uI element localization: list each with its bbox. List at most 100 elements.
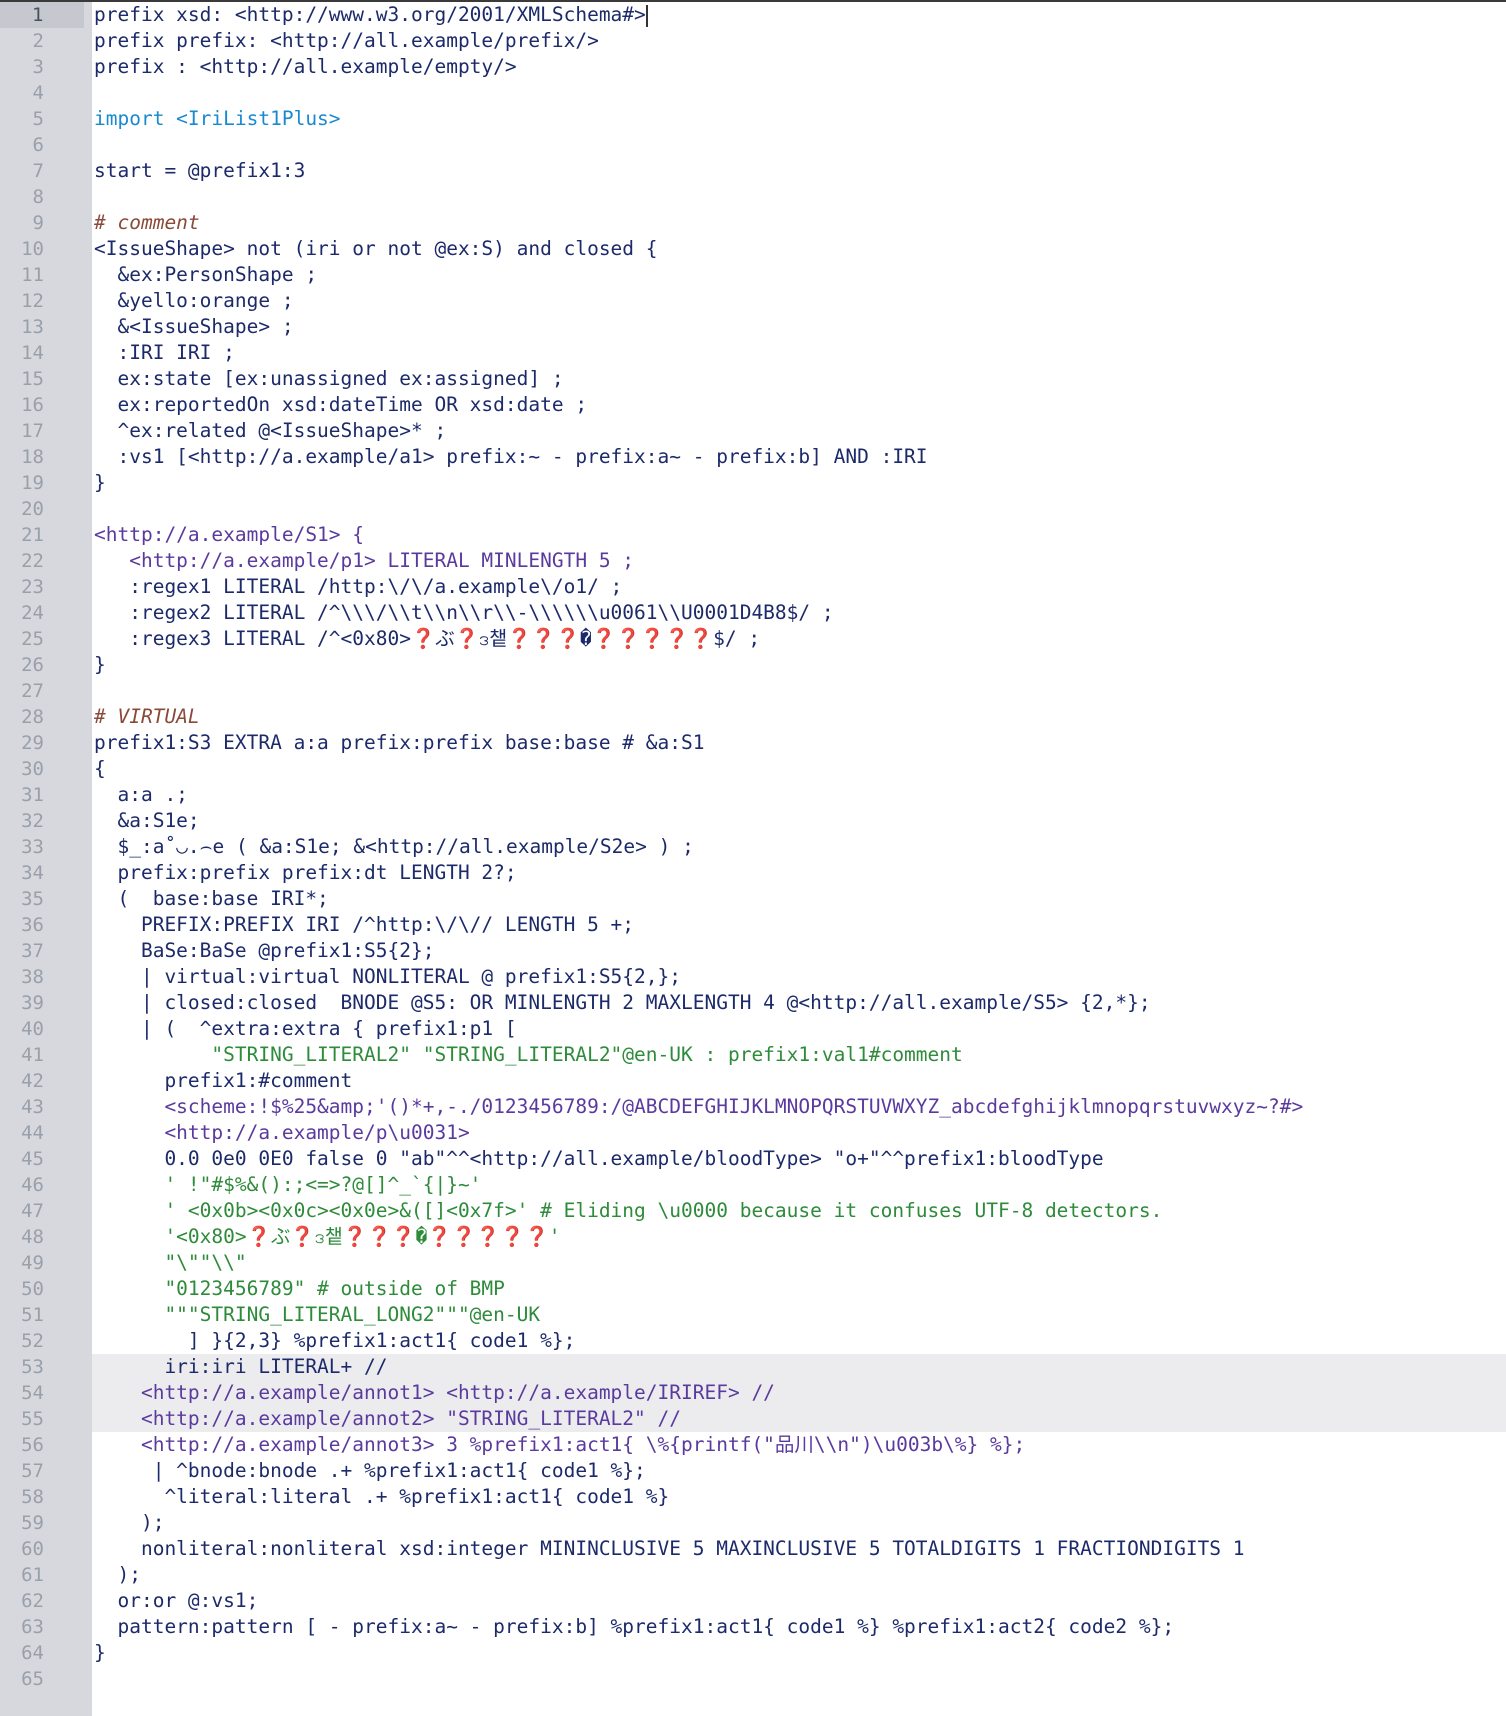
code-line[interactable]: 42 prefix1:#comment bbox=[0, 1068, 1506, 1094]
line-code[interactable]: <http://a.example/annot2> "STRING_LITERA… bbox=[94, 1406, 681, 1432]
code-line[interactable]: 43 <scheme:!$%25&amp;'()*+,-./0123456789… bbox=[0, 1094, 1506, 1120]
code-line[interactable]: 2 prefix prefix: <http://all.example/pref… bbox=[0, 28, 1506, 54]
code-line[interactable]: 47 ' <0x0b><0x0c><0x0e>&([]<0x7f>' # Eli… bbox=[0, 1198, 1506, 1224]
line-code[interactable]: { bbox=[94, 756, 106, 782]
code-line[interactable]: 48 '<0x80>❓ぶ❓ဒ챝❓❓❓�❓❓❓❓❓' bbox=[0, 1224, 1506, 1250]
line-code[interactable]: <IssueShape> not (iri or not @ex:S) and … bbox=[94, 236, 658, 262]
line-code[interactable]: '<0x80>❓ぶ❓ဒ챝❓❓❓�❓❓❓❓❓' bbox=[94, 1224, 560, 1250]
line-code[interactable]: "STRING_LITERAL2" "STRING_LITERAL2"@en-U… bbox=[94, 1042, 962, 1068]
line-code[interactable]: <http://a.example/annot1> <http://a.exam… bbox=[94, 1380, 775, 1406]
line-code[interactable]: prefix1:S3 EXTRA a:a prefix:prefix base:… bbox=[94, 730, 704, 756]
line-code[interactable]: | virtual:virtual NONLITERAL @ prefix1:S… bbox=[94, 964, 681, 990]
line-code[interactable]: $_:a˚◡.⌢e ( &a:S1e; &<http://all.example… bbox=[94, 834, 693, 860]
code-line[interactable]: 57 | ^bnode:bnode .+ %prefix1:act1{ code… bbox=[0, 1458, 1506, 1484]
line-code[interactable]: PREFIX:PREFIX IRI /^http:\/\// LENGTH 5 … bbox=[94, 912, 634, 938]
code-line[interactable]: 38 | virtual:virtual NONLITERAL @ prefix… bbox=[0, 964, 1506, 990]
code-line[interactable]: 51 """STRING_LITERAL_LONG2"""@en-UK bbox=[0, 1302, 1506, 1328]
code-line[interactable]: 10 <IssueShape> not (iri or not @ex:S) an… bbox=[0, 236, 1506, 262]
line-code[interactable]: &ex:PersonShape ; bbox=[94, 262, 317, 288]
line-code[interactable]: BaSe:BaSe @prefix1:S5{2}; bbox=[94, 938, 435, 964]
line-code[interactable]: start = @prefix1:3 bbox=[94, 158, 305, 184]
code-line[interactable]: 34 prefix:prefix prefix:dt LENGTH 2?; bbox=[0, 860, 1506, 886]
code-line[interactable]: 3 prefix : <http://all.example/empty/> bbox=[0, 54, 1506, 80]
line-code[interactable]: &yello:orange ; bbox=[94, 288, 293, 314]
line-code[interactable]: <scheme:!$%25&amp;'()*+,-./0123456789:/@… bbox=[94, 1094, 1303, 1120]
code-line[interactable]: 28 # VIRTUAL bbox=[0, 704, 1506, 730]
code-line[interactable]: 7 start = @prefix1:3 bbox=[0, 158, 1506, 184]
line-code[interactable]: | ( ^extra:extra { prefix1:p1 [ bbox=[94, 1016, 517, 1042]
code-line[interactable]: 36 PREFIX:PREFIX IRI /^http:\/\// LENGTH… bbox=[0, 912, 1506, 938]
code-line[interactable]: 61 ); bbox=[0, 1562, 1506, 1588]
line-code[interactable]: ^ex:related @<IssueShape>* ; bbox=[94, 418, 446, 444]
code-line[interactable]: 45 0.0 0e0 0E0 false 0 "ab"^^<http://all… bbox=[0, 1146, 1506, 1172]
code-line[interactable]: 52 ] }{2,3} %prefix1:act1{ code1 %}; bbox=[0, 1328, 1506, 1354]
line-code[interactable]: <http://a.example/p\u0031> bbox=[94, 1120, 469, 1146]
code-line[interactable]: 56 <http://a.example/annot3> 3 %prefix1:… bbox=[0, 1432, 1506, 1458]
code-line[interactable]: 46 ' !"#$%&():;<=>?@[]^_`{|}~' bbox=[0, 1172, 1506, 1198]
line-code[interactable]: ' <0x0b><0x0c><0x0e>&([]<0x7f>' # Elidin… bbox=[94, 1198, 1162, 1224]
line-code[interactable]: :regex2 LITERAL /^\\\/\\t\\n\\r\\-\\\\\\… bbox=[94, 600, 833, 626]
line-code[interactable]: } bbox=[94, 1640, 106, 1666]
code-line[interactable]: 27 bbox=[0, 678, 1506, 704]
line-code[interactable]: ( base:base IRI*; bbox=[94, 886, 328, 912]
line-code[interactable]: prefix:prefix prefix:dt LENGTH 2?; bbox=[94, 860, 516, 886]
line-code[interactable]: # VIRTUAL bbox=[94, 704, 200, 730]
line-code[interactable]: ^literal:literal .+ %prefix1:act1{ code1… bbox=[94, 1484, 669, 1510]
line-code[interactable]: prefix : <http://all.example/empty/> bbox=[94, 54, 517, 80]
code-line[interactable]: 65 bbox=[0, 1666, 1506, 1692]
code-line[interactable]: 20 bbox=[0, 496, 1506, 522]
line-code[interactable]: prefix prefix: <http://all.example/prefi… bbox=[94, 28, 599, 54]
line-code[interactable]: | closed:closed BNODE @S5: OR MINLENGTH … bbox=[94, 990, 1151, 1016]
code-line[interactable]: 60 nonliteral:nonliteral xsd:integer MIN… bbox=[0, 1536, 1506, 1562]
code-line[interactable]: 21 <http://a.example/S1> { bbox=[0, 522, 1506, 548]
code-line[interactable]: 23 :regex1 LITERAL /http:\/\/a.example\/… bbox=[0, 574, 1506, 600]
code-line[interactable]: 54 <http://a.example/annot1> <http://a.e… bbox=[0, 1380, 1506, 1406]
line-code[interactable]: &a:S1e; bbox=[94, 808, 199, 834]
code-line[interactable]: 32 &a:S1e; bbox=[0, 808, 1506, 834]
line-code[interactable]: | ^bnode:bnode .+ %prefix1:act1{ code1 %… bbox=[94, 1458, 646, 1484]
line-code[interactable]: <http://a.example/S1> { bbox=[94, 522, 364, 548]
code-lines[interactable]: 1 prefix xsd: <http://www.w3.org/2001/XML… bbox=[0, 2, 1506, 1692]
line-code[interactable]: ' !"#$%&():;<=>?@[]^_`{|}~' bbox=[94, 1172, 481, 1198]
code-line[interactable]: 19} bbox=[0, 470, 1506, 496]
code-line[interactable]: 49 "\""\\" bbox=[0, 1250, 1506, 1276]
code-line[interactable]: 64} bbox=[0, 1640, 1506, 1666]
code-line[interactable]: 26} bbox=[0, 652, 1506, 678]
code-line[interactable]: 33 $_:a˚◡.⌢e ( &a:S1e; &<http://all.exam… bbox=[0, 834, 1506, 860]
line-code[interactable]: "0123456789" # outside of BMP bbox=[94, 1276, 504, 1302]
line-code[interactable]: or:or @:vs1; bbox=[94, 1588, 258, 1614]
code-line[interactable]: 55 <http://a.example/annot2> "STRING_LIT… bbox=[0, 1406, 1506, 1432]
line-code[interactable]: ] }{2,3} %prefix1:act1{ code1 %}; bbox=[94, 1328, 575, 1354]
line-code[interactable]: iri:iri LITERAL+ // bbox=[94, 1354, 387, 1380]
code-line[interactable]: 40 | ( ^extra:extra { prefix1:p1 [ bbox=[0, 1016, 1506, 1042]
code-line[interactable]: 30 { bbox=[0, 756, 1506, 782]
code-line[interactable]: 24 :regex2 LITERAL /^\\\/\\t\\n\\r\\-\\\… bbox=[0, 600, 1506, 626]
code-line[interactable]: 15 ex:state [ex:unassigned ex:assigned] … bbox=[0, 366, 1506, 392]
line-code[interactable]: ); bbox=[94, 1510, 165, 1536]
code-line[interactable]: 12 &yello:orange ; bbox=[0, 288, 1506, 314]
line-code[interactable]: :vs1 [<http://a.example/a1> prefix:~ - p… bbox=[94, 444, 927, 470]
line-code[interactable]: <http://a.example/annot3> 3 %prefix1:act… bbox=[94, 1432, 1025, 1458]
line-code[interactable]: prefix1:#comment bbox=[94, 1068, 352, 1094]
line-code[interactable]: # comment bbox=[94, 210, 200, 236]
code-line[interactable]: 5 import <IriList1Plus> bbox=[0, 106, 1506, 132]
code-line[interactable]: 1 prefix xsd: <http://www.w3.org/2001/XML… bbox=[0, 2, 1506, 28]
code-line[interactable]: 4 bbox=[0, 80, 1506, 106]
line-code[interactable]: :regex1 LITERAL /http:\/\/a.example\/o1/… bbox=[94, 574, 622, 600]
code-line[interactable]: 37 BaSe:BaSe @prefix1:S5{2}; bbox=[0, 938, 1506, 964]
code-line[interactable]: 59 ); bbox=[0, 1510, 1506, 1536]
line-code[interactable]: "\""\\" bbox=[94, 1250, 246, 1276]
line-code[interactable]: <http://a.example/p1> LITERAL MINLENGTH … bbox=[94, 548, 634, 574]
code-line[interactable]: 22 <http://a.example/p1> LITERAL MINLENG… bbox=[0, 548, 1506, 574]
code-line[interactable]: 13 &<IssueShape> ; bbox=[0, 314, 1506, 340]
code-line[interactable]: 14 :IRI IRI ; bbox=[0, 340, 1506, 366]
code-line[interactable]: 6 bbox=[0, 132, 1506, 158]
code-line[interactable]: 17 ^ex:related @<IssueShape>* ; bbox=[0, 418, 1506, 444]
code-line[interactable]: 35 ( base:base IRI*; bbox=[0, 886, 1506, 912]
code-line[interactable]: 41 "STRING_LITERAL2" "STRING_LITERAL2"@e… bbox=[0, 1042, 1506, 1068]
code-line[interactable]: 63 pattern:pattern [ - prefix:a~ - prefi… bbox=[0, 1614, 1506, 1640]
line-code[interactable]: } bbox=[94, 652, 106, 678]
line-code[interactable]: prefix xsd: <http://www.w3.org/2001/XMLS… bbox=[94, 2, 648, 28]
code-line[interactable]: 18 :vs1 [<http://a.example/a1> prefix:~ … bbox=[0, 444, 1506, 470]
line-code[interactable]: } bbox=[94, 470, 106, 496]
